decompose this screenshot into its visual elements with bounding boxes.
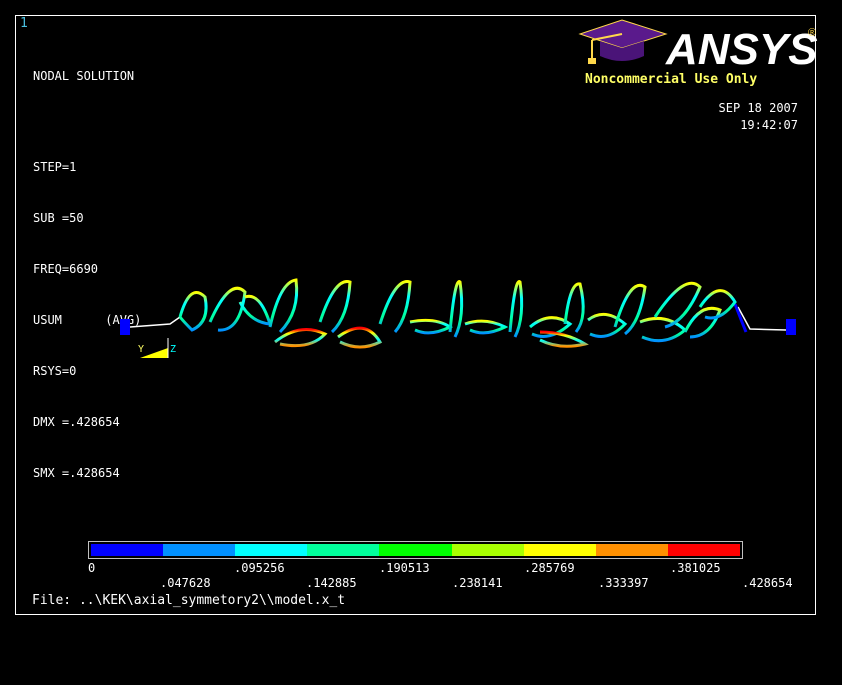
legend-label-9: .428654	[742, 576, 793, 590]
legend-segment-7	[595, 544, 668, 556]
legend-label-3: .142885	[306, 576, 357, 590]
info-step: STEP=1	[33, 160, 77, 174]
ansys-logo: ANSYS ®	[578, 18, 818, 74]
registered-mark: ®	[808, 27, 816, 39]
coordinate-triad: Y Z	[138, 338, 178, 364]
info-smx: SMX =.428654	[33, 466, 120, 480]
triad-y-label: Y	[138, 344, 144, 355]
info-sub: SUB =50	[33, 211, 84, 225]
triad-z-label: Z	[170, 344, 176, 355]
file-path-label: File: ..\KEK\axial_symmetory2\\model.x_t	[32, 593, 346, 608]
legend-segment-4	[379, 544, 452, 556]
legend-segment-5	[451, 544, 524, 556]
legend-segment-3	[307, 544, 380, 556]
legend-label-7: .333397	[598, 576, 649, 590]
legend-segment-8	[667, 544, 740, 556]
legend-segment-2	[235, 544, 308, 556]
contour-legend-bar	[88, 541, 743, 559]
legend-label-5: .238141	[452, 576, 503, 590]
legend-label-0: 0	[88, 561, 96, 575]
legend-label-2: .095256	[234, 561, 285, 575]
info-rsys: RSYS=0	[33, 364, 77, 378]
window-number: 1	[20, 16, 28, 31]
time-label: 19:42:07	[740, 118, 798, 132]
legend-segment-0	[91, 544, 164, 556]
solution-title: NODAL SOLUTION	[33, 69, 135, 83]
legend-label-6: .285769	[524, 561, 575, 575]
legend-label-4: .190513	[379, 561, 430, 575]
info-dmx: DMX =.428654	[33, 415, 120, 429]
deformed-model-plot[interactable]	[110, 262, 810, 356]
ansys-wordmark: ANSYS	[665, 25, 818, 72]
legend-label-8: .381025	[670, 561, 721, 575]
legend-segment-1	[163, 544, 236, 556]
legend-segment-6	[523, 544, 596, 556]
date-label: SEP 18 2007	[718, 101, 798, 115]
legend-label-1: .047628	[160, 576, 211, 590]
timestamp: SEP 18 2007 19:42:07	[700, 100, 798, 134]
noncommercial-label: Noncommercial Use Only	[585, 72, 758, 87]
